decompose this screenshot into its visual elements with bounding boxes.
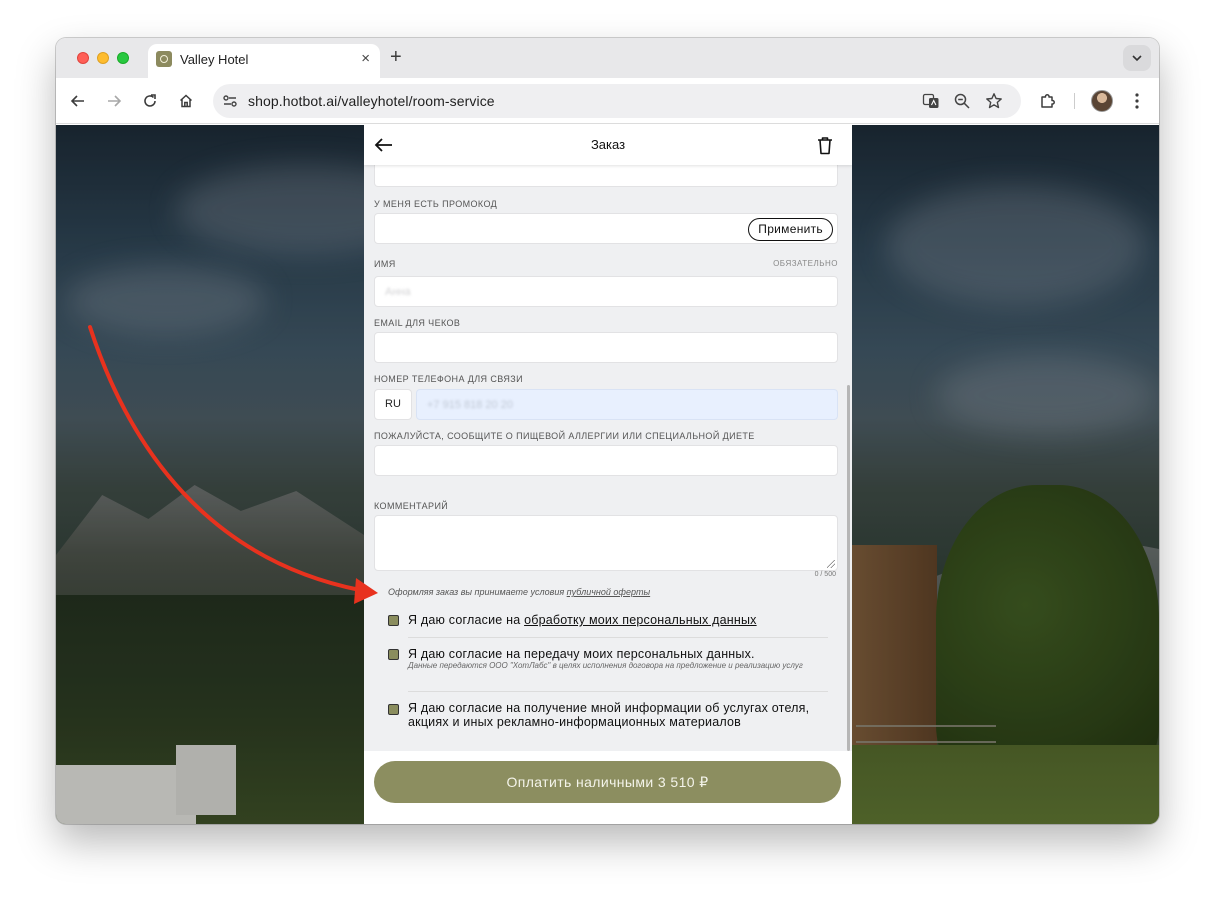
hotel-favicon-icon [156, 51, 172, 67]
personal-data-link[interactable]: обработку моих персональных данных [524, 613, 757, 627]
comment-textarea[interactable] [374, 515, 838, 571]
consent-checkbox[interactable] [388, 704, 399, 715]
new-tab-button[interactable]: + [390, 46, 402, 68]
order-header: Заказ [364, 125, 852, 165]
consent-text: Я даю согласие на передачу моих персонал… [408, 647, 755, 661]
allergy-label: ПОЖАЛУЙСТА, СООБЩИТЕ О ПИЩЕВОЙ АЛЛЕРГИИ … [374, 431, 755, 441]
previous-field[interactable] [374, 165, 838, 187]
browser-menu-button[interactable] [1125, 89, 1149, 113]
tab-search-button[interactable] [1123, 45, 1151, 71]
back-button[interactable] [66, 89, 90, 113]
kebab-menu-icon [1135, 93, 1139, 109]
tab-strip: Valley Hotel × + [56, 38, 1159, 78]
consent-text: Я даю согласие на обработку моих персона… [408, 613, 828, 627]
page-title: Заказ [590, 137, 626, 152]
public-offer-link[interactable]: публичной оферты [567, 587, 650, 597]
consent-subtext: Данные передаются ООО "ХотЛабс" в целях … [408, 661, 803, 670]
bookmark-star-icon[interactable] [985, 92, 1003, 110]
email-input[interactable] [374, 332, 838, 363]
offer-text: Оформляя заказ вы принимаете условия [388, 587, 565, 597]
name-input[interactable]: Анна [374, 276, 838, 307]
email-label: EMAIL ДЛЯ ЧЕКОВ [374, 318, 461, 328]
trash-icon [818, 136, 832, 154]
promo-label: У МЕНЯ ЕСТЬ ПРОМОКОД [374, 199, 498, 209]
consent-data-transfer[interactable]: Я даю согласие на передачу моих персонал… [388, 647, 828, 683]
phone-input[interactable]: +7 915 818 20 20 [416, 389, 838, 420]
extensions-button[interactable] [1036, 89, 1060, 113]
arrow-left-icon [70, 95, 84, 107]
home-icon [179, 94, 193, 108]
puzzle-icon [1041, 94, 1055, 108]
phone-label: НОМЕР ТЕЛЕФОНА ДЛЯ СВЯЗИ [374, 374, 523, 384]
maximize-window-button[interactable] [117, 52, 129, 64]
browser-window: Valley Hotel × + shop.hotbot.ai/valleyho… [56, 38, 1159, 824]
page-viewport: Заказ У МЕНЯ ЕСТЬ ПРОМОКОД Применить ИМЯ… [56, 125, 1159, 824]
chevron-down-icon [1132, 55, 1142, 62]
promo-input[interactable]: Применить [374, 213, 838, 244]
url-text[interactable]: shop.hotbot.ai/valleyhotel/room-service [248, 93, 495, 109]
home-button[interactable] [174, 89, 198, 113]
zoom-icon[interactable] [953, 92, 971, 110]
consent-personal-data[interactable]: Я даю согласие на обработку моих персона… [388, 613, 828, 633]
clear-cart-button[interactable] [814, 133, 836, 157]
address-bar[interactable]: shop.hotbot.ai/valleyhotel/room-service [213, 84, 1021, 118]
close-window-button[interactable] [77, 52, 89, 64]
arrow-right-icon [108, 95, 122, 107]
order-panel: Заказ У МЕНЯ ЕСТЬ ПРОМОКОД Применить ИМЯ… [364, 125, 852, 824]
minimize-window-button[interactable] [97, 52, 109, 64]
consent-marketing[interactable]: Я даю согласие на получение мной информа… [388, 701, 828, 731]
name-placeholder: Анна [385, 286, 411, 298]
reload-icon [144, 94, 156, 107]
resize-handle[interactable] [827, 560, 835, 568]
pay-cash-button[interactable]: Оплатить наличными 3 510 ₽ [374, 761, 841, 803]
comment-label: КОММЕНТАРИЙ [374, 501, 449, 511]
tab-title: Valley Hotel [180, 52, 249, 67]
site-settings-icon[interactable] [221, 92, 239, 110]
offer-notice: Оформляя заказ вы принимаете условия пуб… [388, 587, 650, 597]
required-badge: ОБЯЗАТЕЛЬНО [773, 259, 838, 268]
browser-tab[interactable]: Valley Hotel × [148, 44, 380, 78]
reload-button[interactable] [138, 89, 162, 113]
scrollbar[interactable] [847, 385, 850, 751]
consent-text-start: Я даю согласие на [408, 613, 521, 627]
country-code-select[interactable]: RU [374, 389, 412, 420]
consent-text: Я даю согласие на получение мной информа… [408, 701, 810, 729]
name-label: ИМЯ [374, 259, 396, 269]
consent-checkbox[interactable] [388, 615, 399, 626]
divider [408, 637, 828, 638]
phone-placeholder: +7 915 818 20 20 [427, 399, 513, 411]
comment-counter: 0 / 500 [814, 571, 836, 578]
translate-icon[interactable] [922, 92, 940, 110]
browser-toolbar: shop.hotbot.ai/valleyhotel/room-service [56, 78, 1159, 124]
tab-close-icon[interactable]: × [361, 50, 370, 68]
toolbar-divider [1074, 93, 1075, 109]
apply-promo-button[interactable]: Применить [748, 218, 833, 241]
divider [408, 691, 828, 692]
profile-avatar[interactable] [1091, 90, 1113, 112]
consent-checkbox[interactable] [388, 649, 399, 660]
forward-button[interactable] [102, 89, 126, 113]
allergy-input[interactable] [374, 445, 838, 476]
